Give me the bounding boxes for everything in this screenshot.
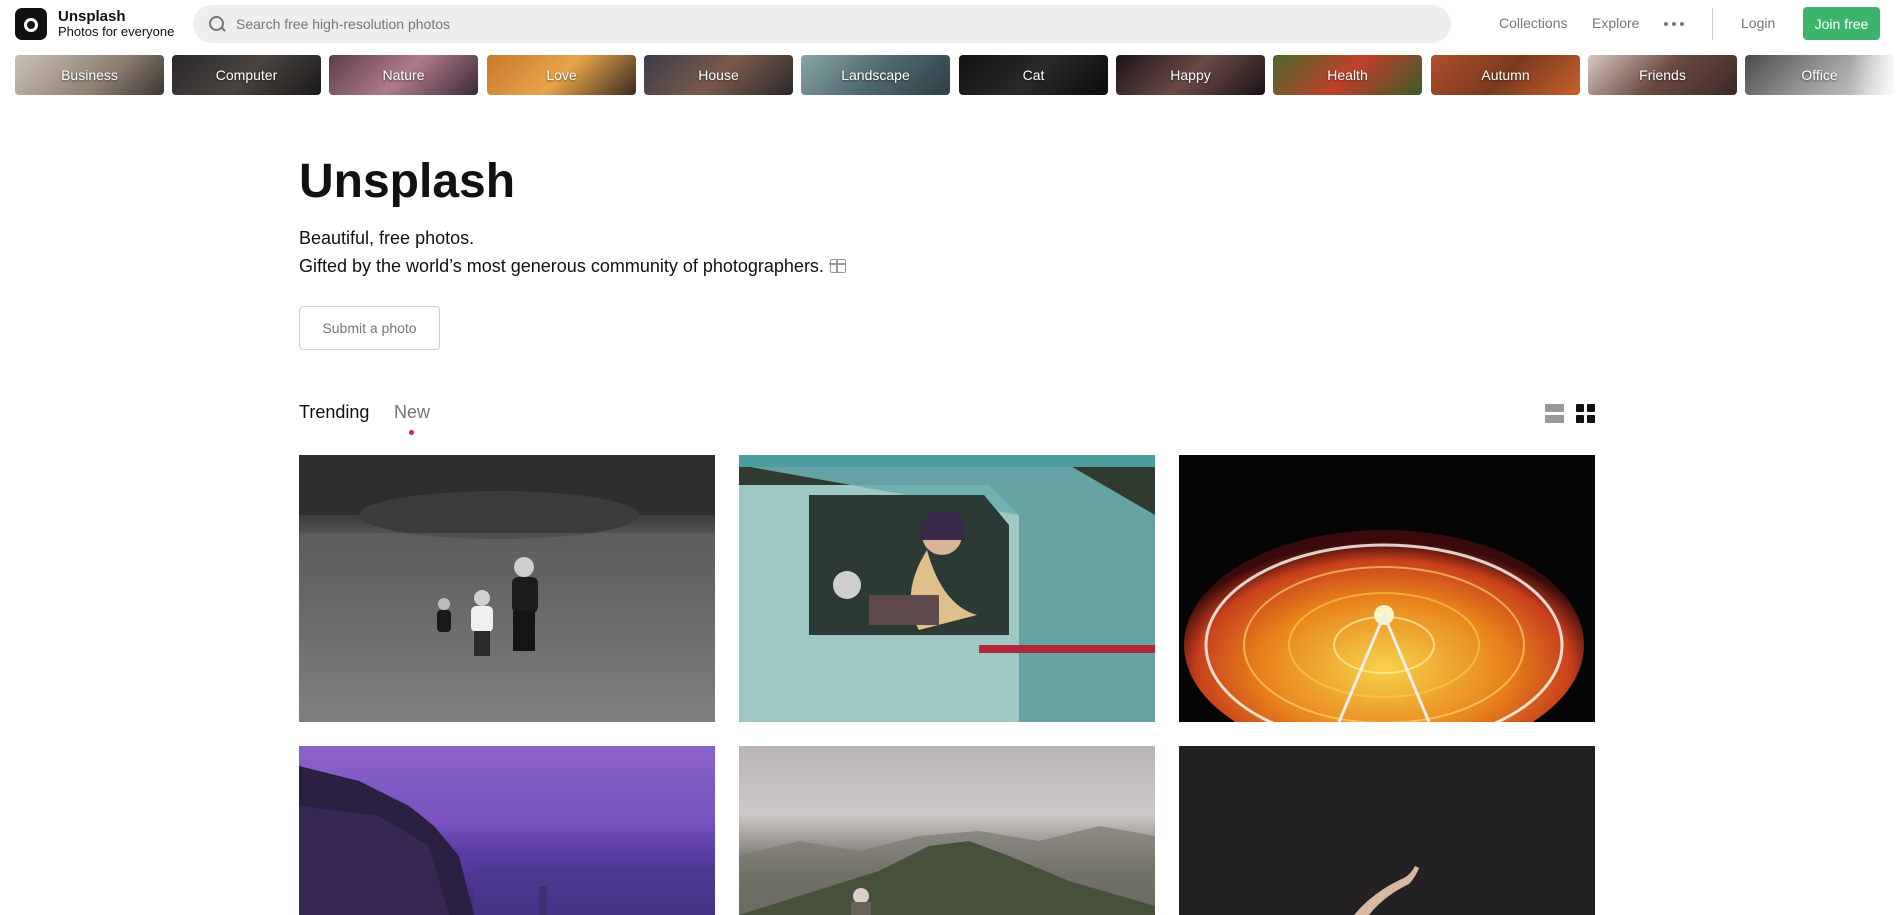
login-link[interactable]: Login <box>1741 15 1775 31</box>
topic-love[interactable]: Love <box>487 55 636 95</box>
photo-raised-arm-dark[interactable] <box>1179 746 1595 915</box>
topic-strip: Business Computer Nature Love House Land… <box>15 55 1895 95</box>
hero-tagline: Beautiful, free photos. <box>299 228 475 248</box>
topic-nature[interactable]: Nature <box>329 55 478 95</box>
topic-landscape[interactable]: Landscape <box>801 55 950 95</box>
hero-description: Gifted by the world’s most generous comm… <box>299 256 846 277</box>
search-input[interactable] <box>236 16 1416 32</box>
topic-friends[interactable]: Friends <box>1588 55 1737 95</box>
photo-woman-in-truck[interactable] <box>739 455 1155 722</box>
photo-raised-arm-dark-art <box>1354 866 1419 915</box>
photo-mountain-valley-art <box>739 826 1155 915</box>
more-options-icon[interactable] <box>1664 22 1684 27</box>
join-free-button[interactable]: Join free <box>1803 7 1880 40</box>
new-indicator-dot <box>409 430 414 435</box>
tab-new[interactable]: New <box>394 402 430 423</box>
topic-autumn[interactable]: Autumn <box>1431 55 1580 95</box>
topic-happy[interactable]: Happy <box>1116 55 1265 95</box>
photo-woman-in-truck-art <box>739 455 1155 722</box>
topic-health[interactable]: Health <box>1273 55 1422 95</box>
page-title: Unsplash <box>299 155 516 208</box>
photo-children-field[interactable] <box>299 455 715 722</box>
search-bar[interactable] <box>193 5 1451 43</box>
brand-subtitle: Photos for everyone <box>58 24 175 40</box>
nav-explore-link[interactable]: Explore <box>1592 15 1639 31</box>
submit-photo-button[interactable]: Submit a photo <box>299 306 440 350</box>
hero-description-text: Gifted by the world’s most generous comm… <box>299 256 824 276</box>
photo-ferris-wheel[interactable] <box>1179 455 1595 722</box>
camera-logo-icon <box>15 8 47 41</box>
topic-strip-fade <box>1850 52 1901 98</box>
nav-collections-link[interactable]: Collections <box>1499 15 1567 31</box>
top-header: Unsplash Photos for everyone Collections… <box>0 0 1901 46</box>
gift-icon <box>828 259 846 273</box>
topic-cat[interactable]: Cat <box>959 55 1108 95</box>
photo-mountain-valley[interactable] <box>739 746 1155 915</box>
grid-view-icon[interactable] <box>1576 404 1595 423</box>
topic-house[interactable]: House <box>644 55 793 95</box>
topic-computer[interactable]: Computer <box>172 55 321 95</box>
photo-children-field-art <box>299 455 715 722</box>
photo-purple-cliffs[interactable] <box>299 746 715 915</box>
photo-purple-cliffs-art <box>299 766 715 915</box>
search-icon[interactable] <box>208 15 226 33</box>
photo-ferris-wheel-art <box>1179 455 1595 722</box>
topic-business[interactable]: Business <box>15 55 164 95</box>
tab-trending[interactable]: Trending <box>299 402 369 423</box>
single-column-view-icon[interactable] <box>1545 404 1564 423</box>
brand-title: Unsplash <box>58 8 126 25</box>
header-divider <box>1712 8 1713 40</box>
brand-home-link[interactable]: Unsplash Photos for everyone <box>15 8 175 41</box>
